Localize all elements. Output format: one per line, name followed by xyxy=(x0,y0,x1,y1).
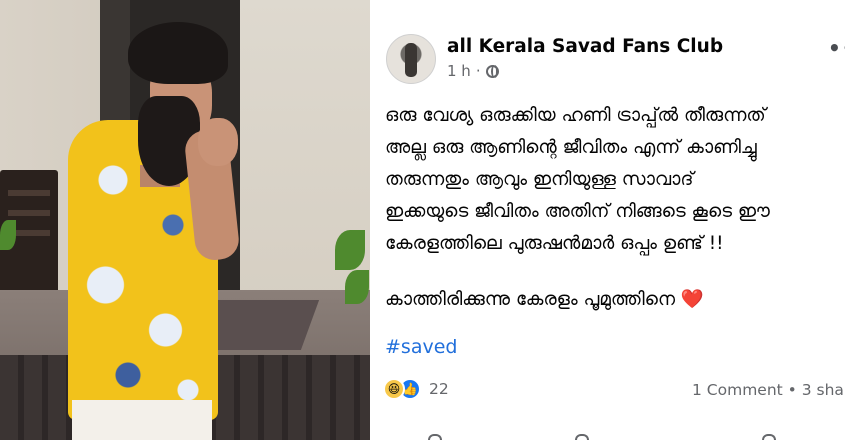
comments-shares-count[interactable]: 1 Comment • 3 shar xyxy=(692,381,845,399)
post-body-line: അല്ല ഒരു ആണിന്റെ ജീവിതം എന്ന് കാണിച്ചു xyxy=(385,137,757,158)
post-closing-line: കാത്തിരിക്കുന്നു കേരളം പൂമുത്തിനെ ❤️ xyxy=(385,284,845,316)
haha-reaction-icon: 😆 xyxy=(383,378,405,400)
photo-person-hair xyxy=(128,22,228,84)
page-name-link[interactable]: all Kerala Savad Fans Club xyxy=(447,36,723,57)
photo-plant-leaf xyxy=(0,220,16,250)
share-action-icon[interactable] xyxy=(762,434,776,440)
post-timestamp[interactable]: 1 h xyxy=(447,62,471,80)
post-photo[interactable] xyxy=(0,0,370,440)
like-action-icon[interactable] xyxy=(428,434,442,440)
avatar-figure xyxy=(405,43,417,77)
heart-icon: ❤️ xyxy=(680,289,704,310)
post-body-line: തരുന്നതും ആവും ഇനിയുള്ള സാവാദ് xyxy=(385,169,694,190)
post-body-line: ഇക്കയുടെ ജീവിതം അതിന് നിങ്ങടെ കൂടെ ഈ xyxy=(385,201,770,222)
photo-person-mundu xyxy=(72,400,212,440)
page-avatar[interactable] xyxy=(386,34,436,84)
reactions-summary[interactable]: 😆 👍 22 xyxy=(383,378,449,400)
globe-icon[interactable] xyxy=(485,64,499,78)
photo-plant-leaf xyxy=(335,230,365,270)
closing-text: കാത്തിരിക്കുന്നു കേരളം പൂമുത്തിനെ xyxy=(385,289,675,310)
more-options-icon[interactable]: •• xyxy=(828,36,845,60)
post-meta: 1 h · xyxy=(447,62,499,80)
meta-separator: · xyxy=(475,62,481,80)
post-body-line: കേരളത്തിലെ പുരുഷൻമാർ ഒപ്പം ഉണ്ട് !! xyxy=(385,233,724,254)
action-bar-partial xyxy=(370,430,845,440)
photo-person-hand xyxy=(198,118,238,166)
post-body: ഒരു വേശ്യ ഒരുക്കിയ ഹണി ട്രാപ്പ്ൽ തീരുന്ന… xyxy=(385,100,845,316)
post-body-line: ഒരു വേശ്യ ഒരുക്കിയ ഹണി ട്രാപ്പ്ൽ തീരുന്ന… xyxy=(385,105,766,126)
hashtag-link[interactable]: #saved xyxy=(385,336,457,358)
reaction-count: 22 xyxy=(429,380,449,398)
photo-plant-leaf xyxy=(345,270,369,304)
comment-action-icon[interactable] xyxy=(575,434,589,440)
